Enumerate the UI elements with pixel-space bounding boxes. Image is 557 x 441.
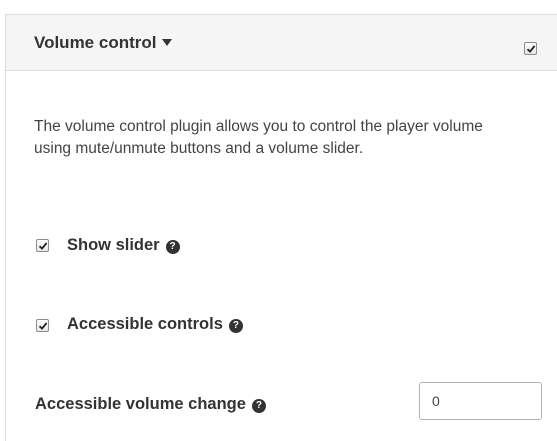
checkmark-icon <box>526 45 536 53</box>
top-strip <box>0 0 557 14</box>
caret-down-icon <box>162 39 173 46</box>
accessible-controls-checkbox[interactable] <box>36 319 49 332</box>
checkmark-icon <box>38 322 48 330</box>
plugin-description: The volume control plugin allows you to … <box>34 118 483 157</box>
show-slider-checkbox[interactable] <box>36 239 49 252</box>
show-slider-label[interactable]: Show slider <box>67 236 160 254</box>
accessible-volume-change-option: Accessible volume change? <box>35 395 266 414</box>
volume-change-input[interactable] <box>419 382 542 420</box>
panel-header: Volume control <box>6 15 557 71</box>
panel-title-toggle[interactable]: Volume control <box>34 33 173 53</box>
panel-title-label: Volume control <box>34 33 157 52</box>
checkmark-icon <box>38 242 48 250</box>
volume-control-panel: Volume control The volume control plugin… <box>5 14 557 441</box>
accessible-controls-label[interactable]: Accessible controls <box>67 315 223 333</box>
accessible-volume-change-label: Accessible volume change <box>35 395 246 413</box>
help-icon[interactable]: ? <box>165 240 180 254</box>
help-icon[interactable]: ? <box>228 319 243 333</box>
show-slider-option: Show slider? <box>67 236 180 255</box>
accessible-controls-option: Accessible controls? <box>67 315 243 334</box>
enable-plugin-checkbox[interactable] <box>524 42 537 55</box>
help-icon[interactable]: ? <box>251 399 266 413</box>
